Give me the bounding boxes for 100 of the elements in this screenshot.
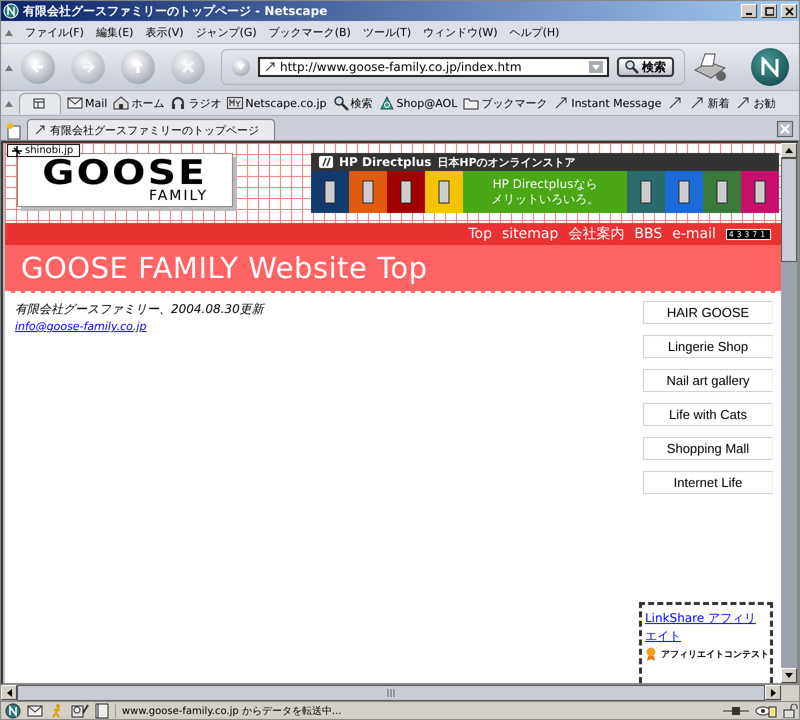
arrow-down-icon <box>785 673 793 678</box>
site-link-button[interactable]: Life with Cats <box>643 403 773 426</box>
maximize-icon <box>764 6 774 16</box>
my-icon <box>227 95 244 111</box>
home-icon <box>113 95 130 111</box>
nav-link[interactable]: 会社案内 <box>568 225 624 243</box>
brand-icon <box>319 156 333 168</box>
toolbar-link[interactable]: Netscape.co.jp <box>227 95 327 111</box>
headphones-icon <box>170 95 186 111</box>
site-link-button[interactable]: HAIR GOOSE <box>643 301 773 324</box>
hit-counter: 43371 <box>726 228 771 240</box>
counter-badge[interactable]: shinobi.jp <box>7 144 80 157</box>
toolbar-link[interactable]: Shop@AOL <box>378 95 458 111</box>
nav-link[interactable]: Top <box>468 226 492 242</box>
page-heading: GOOSE FAMILY Website Top <box>21 251 428 285</box>
arrow-left-icon <box>6 688 12 696</box>
grip-icon <box>5 28 13 36</box>
new-tab-icon[interactable] <box>5 122 23 140</box>
scroll-thumb[interactable] <box>781 158 797 262</box>
browser-logo-icon[interactable] <box>751 48 789 86</box>
close-button[interactable] <box>781 4 797 18</box>
ad-text: HP Directplusなら <box>492 177 598 192</box>
minimize-button[interactable] <box>741 4 757 18</box>
close-icon <box>784 6 794 16</box>
printer-icon[interactable] <box>693 52 727 82</box>
email-link[interactable]: info@goose-family.co.jp <box>15 320 146 333</box>
composer-icon[interactable] <box>71 702 89 718</box>
search-button[interactable]: 検索 <box>617 57 674 77</box>
menu-item[interactable]: ブックマーク(B) <box>268 24 351 40</box>
nav-link[interactable]: BBS <box>634 226 662 242</box>
update-note: 有限会社グースファミリー、2004.08.30更新 <box>15 301 266 318</box>
mail-icon[interactable] <box>27 702 43 718</box>
logo-subtitle: FAMILY <box>148 189 208 203</box>
stop-icon <box>179 58 197 76</box>
shop-icon <box>378 95 395 111</box>
ad-text: メリットいろいろ。 <box>490 192 600 207</box>
menu-item[interactable]: 編集(E) <box>96 24 134 40</box>
scroll-left-button[interactable] <box>1 685 17 700</box>
scroll-up-button[interactable] <box>781 143 797 158</box>
grip-lines-icon <box>387 689 395 697</box>
toolbar-link[interactable]: 検索 <box>332 95 373 111</box>
privacy-icon <box>755 704 777 718</box>
maximize-button[interactable] <box>761 4 777 18</box>
search-icon <box>625 60 639 74</box>
bookmark-icon <box>264 61 276 73</box>
bookmark-icon <box>553 95 570 111</box>
sidebar-tab[interactable] <box>19 92 61 114</box>
address-field[interactable]: http://www.goose-family.co.jp/index.htm <box>258 57 609 77</box>
panel-icon <box>33 98 47 110</box>
close-icon <box>780 124 790 134</box>
toolbar-link[interactable]: 新着 <box>689 95 730 111</box>
toolbar-link[interactable]: Mail <box>67 95 108 111</box>
window-title: 有限会社グースファミリーのトップページ - Netscape <box>23 2 328 20</box>
arrow-right-icon <box>770 688 776 696</box>
browser-tab[interactable]: 有限会社グースファミリーのトップページ <box>27 119 275 140</box>
app-logo-icon <box>3 3 19 19</box>
grip-icon <box>5 99 13 107</box>
bookmark-icon[interactable] <box>667 95 684 111</box>
scroll-down-button[interactable] <box>781 668 797 683</box>
ad-banner[interactable]: HP Directplus 日本HPのオンラインストア HP Directplusなら メリットいろいろ。 <box>311 153 779 213</box>
toolbar-link[interactable]: ホーム <box>113 95 164 111</box>
address-book-icon[interactable] <box>95 702 109 718</box>
menu-item[interactable]: ウィンドウ(W) <box>423 24 498 40</box>
ad-brand: HP Directplus <box>339 155 432 169</box>
nav-link[interactable]: sitemap <box>502 226 558 242</box>
contest-banner[interactable]: アフィリエイトコンテスト <box>661 648 769 660</box>
menu-item[interactable]: ツール(T) <box>362 24 412 40</box>
toolbar-link[interactable]: Instant Message <box>553 95 662 111</box>
site-link-button[interactable]: Internet Life <box>643 471 773 494</box>
site-link-button[interactable]: Nail art gallery <box>643 369 773 392</box>
caret-icon <box>237 64 245 70</box>
menu-item[interactable]: ジャンプ(G) <box>196 24 257 40</box>
ninja-icon <box>12 146 22 156</box>
arrow-up-icon <box>785 148 793 153</box>
toolbar-link[interactable]: ラジオ <box>170 95 222 111</box>
site-link-button[interactable]: Lingerie Shop <box>643 335 773 358</box>
mail-icon <box>67 95 83 111</box>
close-tab-button[interactable] <box>777 121 793 137</box>
site-link-button[interactable]: Shopping Mall <box>643 437 773 460</box>
logo-title: GOOSE <box>42 157 208 189</box>
minimize-icon <box>746 13 752 15</box>
bookmark-icon <box>34 124 46 136</box>
ad-tagline: 日本HPのオンラインストア <box>437 154 576 170</box>
menu-item[interactable]: ヘルプ(H) <box>510 24 560 40</box>
toolbar-link[interactable]: ブックマーク <box>463 95 548 111</box>
browser-icon[interactable] <box>5 702 21 718</box>
affiliate-link[interactable]: LinkShare アフィリエイト <box>645 609 768 645</box>
menu-item[interactable]: 表示(V) <box>145 24 184 40</box>
bookmark-icon <box>689 95 706 111</box>
grip-icon <box>5 63 13 71</box>
connection-icon <box>723 704 749 716</box>
n-mark-icon <box>760 57 780 77</box>
menu-item[interactable]: ファイル(F) <box>25 24 84 40</box>
scroll-right-button[interactable] <box>765 685 781 700</box>
scroll-thumb[interactable] <box>17 685 765 701</box>
nav-link[interactable]: e-mail <box>672 226 716 242</box>
medal-icon <box>645 647 657 661</box>
bookmark-icon <box>735 95 752 111</box>
status-text: www.goose-family.co.jp からデータを転送中... <box>115 704 717 718</box>
toolbar-link[interactable]: お勧 <box>735 95 776 111</box>
